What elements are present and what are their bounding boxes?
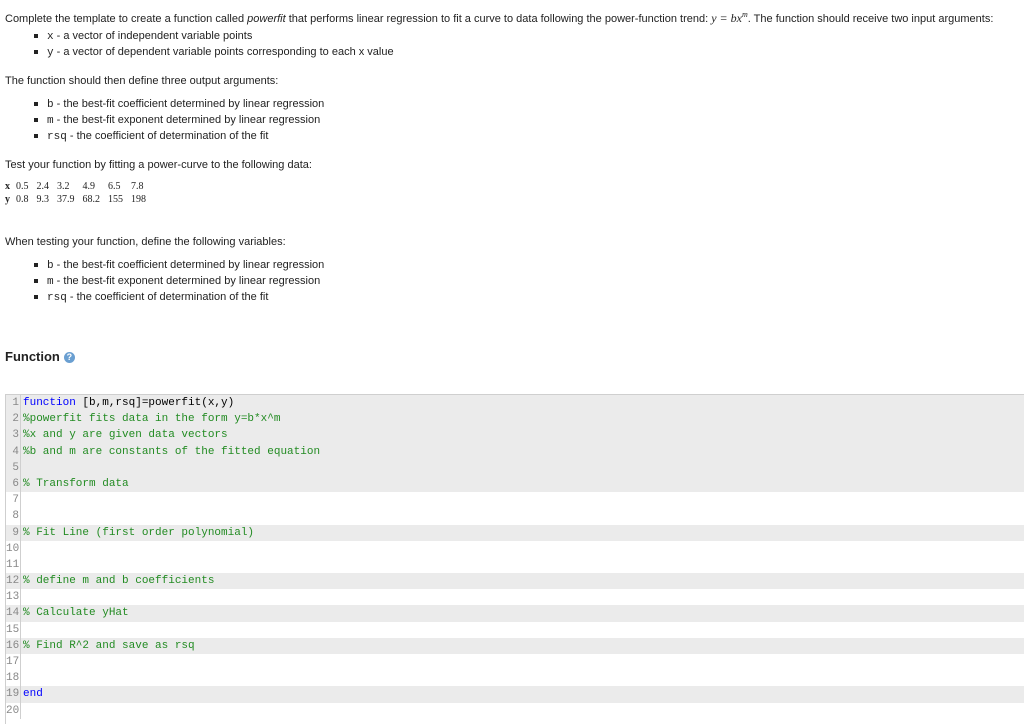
line-number: 3 bbox=[6, 427, 21, 444]
keyword: end bbox=[23, 688, 43, 701]
code-line: 6% Transform data bbox=[6, 475, 1024, 493]
line-number: 4 bbox=[6, 443, 21, 460]
list-item: m - the best-fit exponent determined by … bbox=[33, 112, 324, 128]
line-number: 9 bbox=[6, 524, 21, 541]
code-line[interactable]: 8 bbox=[6, 508, 1024, 525]
keyword: function bbox=[23, 397, 76, 409]
line-number: 19 bbox=[6, 686, 21, 703]
code-text: % Fit Line (first order polynomial) bbox=[23, 525, 254, 541]
line-number: 16 bbox=[6, 637, 21, 654]
code-line: 3 %x and y are given data vectors bbox=[6, 427, 1024, 444]
line-number: 15 bbox=[6, 621, 21, 638]
intro-text: Complete the template to create a functi… bbox=[5, 13, 248, 25]
comment: % Transform data bbox=[23, 477, 129, 490]
list-item: b - the best-fit coefficient determined … bbox=[33, 96, 324, 112]
code-line: 1 function [b,m,rsq]=powerfit(x,y) bbox=[6, 395, 1024, 412]
list-item: x - a vector of independent variable poi… bbox=[33, 28, 394, 44]
line-number: 11 bbox=[6, 556, 21, 574]
table-row: x 0.5 2.4 3.2 4.9 6.5 7.8 bbox=[5, 181, 144, 192]
comment: % Find R^2 and save as rsq bbox=[23, 639, 195, 652]
line-number: 13 bbox=[6, 589, 21, 606]
line-number: 17 bbox=[6, 654, 21, 671]
comment: % Fit Line (first order polynomial) bbox=[23, 526, 255, 539]
comment: %b and m are constants of the fitted equ… bbox=[23, 445, 321, 458]
section-title: Function? bbox=[5, 349, 75, 365]
code-line[interactable]: 17 bbox=[6, 654, 1024, 671]
code-line: 4 %b and m are constants of the fitted eq… bbox=[6, 443, 1024, 460]
comment: %x and y are given data vectors bbox=[23, 429, 228, 442]
list-item: b - the best-fit coefficient determined … bbox=[33, 257, 324, 273]
list-item: rsq - the coefficient of determination o… bbox=[33, 128, 324, 144]
code-token: [b,m,rsq]=powerfit(x,y) bbox=[75, 397, 235, 409]
code-text: % Find R^2 and save as rsq bbox=[23, 638, 195, 654]
code-text: function [b,m,rsq]=powerfit(x,y) bbox=[23, 395, 234, 411]
code-line[interactable]: 10 bbox=[6, 540, 1024, 557]
comment: %powerfit fits data in the form y=b*x^m bbox=[23, 413, 281, 426]
line-number: 12 bbox=[6, 573, 21, 590]
line-number: 8 bbox=[6, 508, 21, 525]
inputs-list: x - a vector of independent variable poi… bbox=[33, 28, 394, 60]
function-name: powerfit bbox=[247, 13, 286, 25]
code-line[interactable]: 20 bbox=[6, 702, 1024, 719]
equation: y = bxm bbox=[711, 10, 748, 25]
line-number: 2 bbox=[6, 411, 21, 428]
outputs-list: b - the best-fit coefficient determined … bbox=[33, 96, 324, 144]
comment: % Calculate yHat bbox=[23, 607, 129, 620]
code-line: 14% Calculate yHat bbox=[6, 605, 1024, 622]
list-item: m - the best-fit exponent determined by … bbox=[33, 273, 324, 289]
data-table: x 0.5 2.4 3.2 4.9 6.5 7.8 y 0.8 9.3 37.9… bbox=[5, 180, 154, 206]
line-number: 14 bbox=[6, 605, 21, 622]
code-line[interactable]: 13 bbox=[6, 589, 1024, 606]
comment: % define m and b coefficients bbox=[23, 575, 215, 588]
line-number: 6 bbox=[6, 475, 21, 493]
code-line[interactable]: 15 bbox=[6, 621, 1024, 638]
code-line: 2 %powerfit fits data in the form y=b*x^m bbox=[6, 411, 1024, 428]
outputs-intro: The function should then define three ou… bbox=[5, 75, 279, 87]
code-text: %powerfit fits data in the form y=b*x^m bbox=[23, 411, 280, 427]
code-text: %x and y are given data vectors bbox=[23, 427, 228, 443]
intro-text: that performs linear regression to fit a… bbox=[285, 13, 712, 25]
code-text: % Transform data bbox=[23, 476, 129, 492]
line-number: 20 bbox=[6, 702, 21, 719]
intro-text: . The function should receive two input … bbox=[747, 13, 994, 25]
line-number: 18 bbox=[6, 670, 21, 687]
code-text: %b and m are constants of the fitted equ… bbox=[23, 444, 320, 460]
list-item: rsq - the coefficient of determination o… bbox=[33, 289, 324, 305]
code-line: 16% Find R^2 and save as rsq bbox=[6, 637, 1024, 654]
code-text: end bbox=[23, 686, 43, 702]
code-line: 5 bbox=[6, 459, 1024, 476]
code-line[interactable]: 18 bbox=[6, 670, 1024, 687]
line-number: 7 bbox=[6, 492, 21, 509]
help-icon[interactable]: ? bbox=[63, 352, 75, 364]
code-text: % Calculate yHat bbox=[23, 605, 129, 621]
code-text: % define m and b coefficients bbox=[23, 573, 214, 589]
code-line: 12% define m and b coefficients bbox=[6, 573, 1024, 590]
code-line: 19 end bbox=[6, 686, 1024, 703]
code-line: 9% Fit Line (first order polynomial) bbox=[6, 524, 1024, 541]
testing-vars-list: b - the best-fit coefficient determined … bbox=[33, 257, 324, 305]
line-number: 5 bbox=[6, 459, 21, 476]
testing-intro: When testing your function, define the f… bbox=[5, 236, 286, 248]
code-line[interactable]: 7 bbox=[6, 492, 1024, 509]
intro-paragraph: Complete the template to create a functi… bbox=[5, 7, 993, 27]
line-number: 10 bbox=[6, 540, 21, 557]
table-row: y 0.8 9.3 37.9 68.2 155 198 bbox=[5, 194, 146, 205]
test-intro: Test your function by fitting a power-cu… bbox=[5, 159, 312, 171]
code-line[interactable]: 11 bbox=[6, 556, 1024, 574]
code-editor[interactable]: 1 function [b,m,rsq]=powerfit(x,y) 2 %power… bbox=[5, 394, 1024, 724]
list-item: y - a vector of dependent variable point… bbox=[33, 44, 394, 60]
line-number: 1 bbox=[6, 395, 21, 412]
